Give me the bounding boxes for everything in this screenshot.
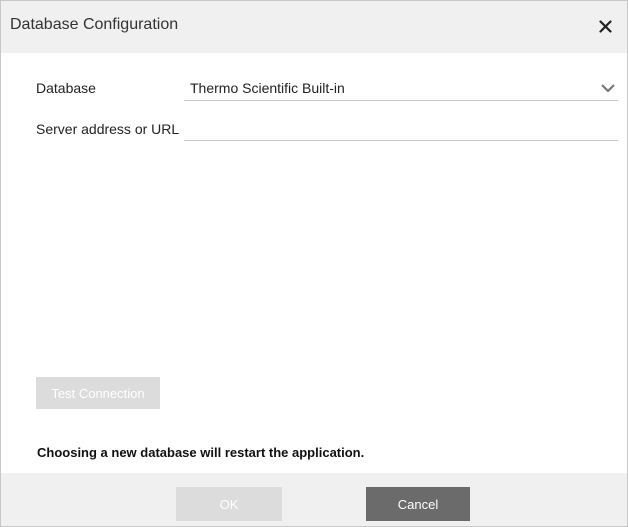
close-icon	[598, 19, 612, 33]
dialog-footer: OK Cancel	[1, 473, 627, 526]
database-label: Database	[36, 80, 96, 96]
chevron-down-icon	[601, 84, 615, 93]
dialog-titlebar: Database Configuration	[1, 1, 627, 53]
database-select[interactable]: Thermo Scientific Built-in	[184, 78, 618, 101]
close-button[interactable]	[593, 14, 617, 38]
database-configuration-dialog: Database Configuration Database Thermo S…	[0, 0, 628, 527]
cancel-button[interactable]: Cancel	[366, 487, 470, 521]
server-address-input[interactable]	[184, 119, 618, 141]
restart-warning-text: Choosing a new database will restart the…	[37, 445, 365, 460]
test-connection-button[interactable]: Test Connection	[36, 377, 160, 409]
server-address-label: Server address or URL	[36, 121, 180, 137]
database-selected-value: Thermo Scientific Built-in	[190, 80, 345, 96]
dialog-title: Database Configuration	[10, 16, 179, 33]
ok-button[interactable]: OK	[176, 487, 282, 521]
